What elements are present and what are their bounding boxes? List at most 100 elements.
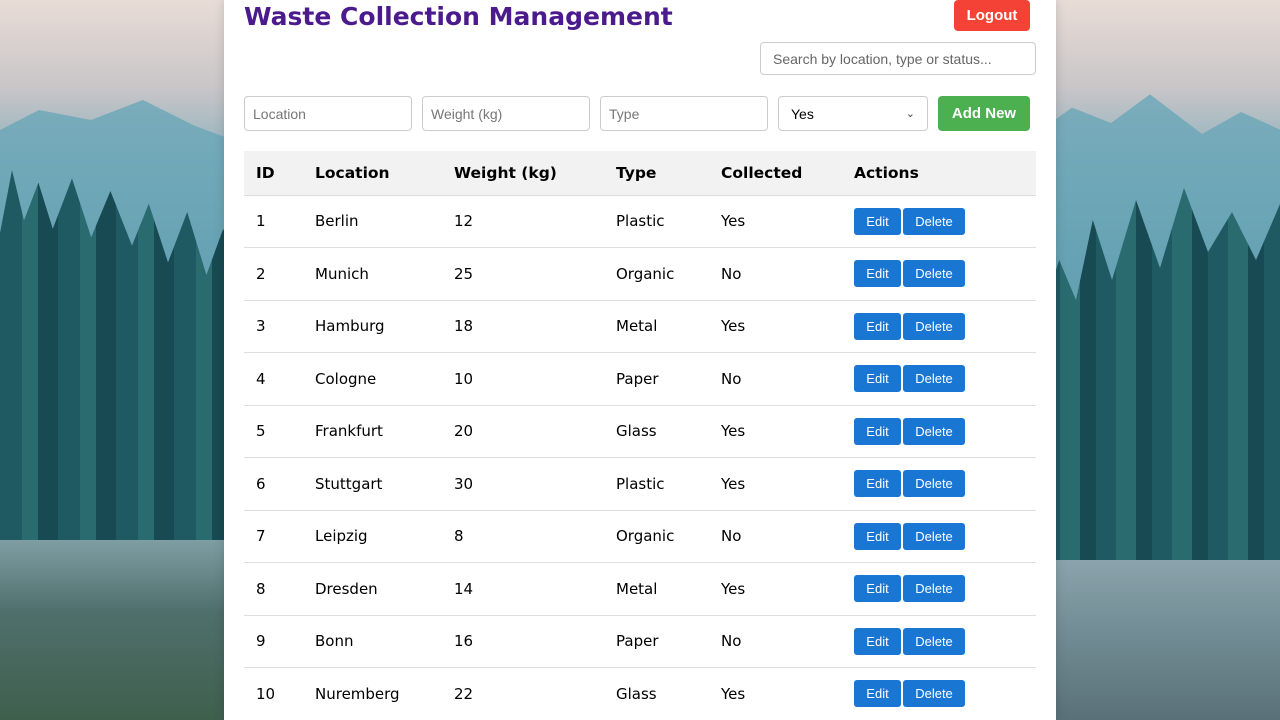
table-row: 3 Hamburg 18 Metal Yes Edit Delete — [244, 300, 1036, 353]
cell-weight: 20 — [442, 405, 604, 458]
location-field[interactable] — [244, 96, 412, 131]
column-header-id: ID — [244, 151, 303, 196]
cell-actions: Edit Delete — [842, 562, 1036, 616]
cell-type: Paper — [604, 615, 709, 668]
edit-button[interactable]: Edit — [854, 365, 901, 393]
cell-weight: 25 — [442, 247, 604, 301]
cell-collected: No — [709, 352, 842, 406]
column-header-collected: Collected — [709, 151, 842, 196]
collected-select[interactable]: Yes ⌄ — [778, 96, 928, 131]
column-header-type: Type — [604, 151, 709, 196]
cell-weight: 22 — [442, 667, 604, 720]
cell-actions: Edit Delete — [842, 300, 1036, 353]
edit-button[interactable]: Edit — [854, 207, 901, 235]
cell-collected: No — [709, 247, 842, 301]
cell-type: Metal — [604, 300, 709, 353]
edit-button[interactable]: Edit — [854, 522, 901, 550]
cell-weight: 30 — [442, 457, 604, 511]
table-row: 2 Munich 25 Organic No Edit Delete — [244, 247, 1036, 301]
delete-button[interactable]: Delete — [903, 417, 965, 445]
logout-button[interactable]: Logout — [954, 0, 1030, 31]
main-panel: Waste Collection Management Logout Yes ⌄… — [224, 0, 1056, 720]
delete-button[interactable]: Delete — [903, 627, 965, 655]
edit-button[interactable]: Edit — [854, 260, 901, 288]
collected-select-value: Yes — [791, 105, 814, 122]
cell-collected: Yes — [709, 300, 842, 353]
background-river-left — [0, 540, 240, 720]
cell-type: Plastic — [604, 195, 709, 248]
cell-weight: 16 — [442, 615, 604, 668]
cell-type: Metal — [604, 562, 709, 616]
cell-collected: Yes — [709, 195, 842, 248]
cell-id: 8 — [244, 562, 303, 616]
cell-location: Berlin — [303, 195, 442, 248]
cell-type: Paper — [604, 352, 709, 406]
table-header-row: ID Location Weight (kg) Type Collected A… — [244, 151, 1036, 196]
cell-actions: Edit Delete — [842, 457, 1036, 511]
cell-collected: Yes — [709, 562, 842, 616]
cell-collected: No — [709, 510, 842, 563]
cell-id: 1 — [244, 195, 303, 248]
table-body: 1 Berlin 12 Plastic Yes Edit Delete 2 Munich 25 Or… — [244, 195, 1036, 720]
edit-button[interactable]: Edit — [854, 417, 901, 445]
cell-actions: Edit Delete — [842, 195, 1036, 248]
cell-weight: 12 — [442, 195, 604, 248]
add-new-button[interactable]: Add New — [938, 96, 1030, 131]
cell-actions: Edit Delete — [842, 405, 1036, 458]
cell-id: 5 — [244, 405, 303, 458]
table-row: 4 Cologne 10 Paper No Edit Delete — [244, 352, 1036, 406]
cell-actions: Edit Delete — [842, 615, 1036, 668]
delete-button[interactable]: Delete — [903, 365, 965, 393]
column-header-actions: Actions — [842, 151, 1036, 196]
edit-button[interactable]: Edit — [854, 470, 901, 498]
cell-location: Hamburg — [303, 300, 442, 353]
cell-type: Glass — [604, 667, 709, 720]
cell-actions: Edit Delete — [842, 247, 1036, 301]
cell-type: Glass — [604, 405, 709, 458]
cell-weight: 14 — [442, 562, 604, 616]
delete-button[interactable]: Delete — [903, 575, 965, 603]
edit-button[interactable]: Edit — [854, 312, 901, 340]
cell-location: Frankfurt — [303, 405, 442, 458]
cell-id: 9 — [244, 615, 303, 668]
delete-button[interactable]: Delete — [903, 260, 965, 288]
background-river-right — [1040, 560, 1280, 720]
search-input[interactable] — [760, 42, 1036, 75]
table-row: 6 Stuttgart 30 Plastic Yes Edit Delete — [244, 457, 1036, 511]
delete-button[interactable]: Delete — [903, 680, 965, 708]
cell-collected: Yes — [709, 667, 842, 720]
cell-location: Leipzig — [303, 510, 442, 563]
cell-actions: Edit Delete — [842, 510, 1036, 563]
page-title: Waste Collection Management — [244, 2, 673, 31]
cell-id: 10 — [244, 667, 303, 720]
cell-location: Bonn — [303, 615, 442, 668]
edit-button[interactable]: Edit — [854, 575, 901, 603]
edit-button[interactable]: Edit — [854, 680, 901, 708]
cell-location: Munich — [303, 247, 442, 301]
cell-weight: 18 — [442, 300, 604, 353]
delete-button[interactable]: Delete — [903, 470, 965, 498]
waste-table: ID Location Weight (kg) Type Collected A… — [244, 151, 1036, 720]
cell-weight: 10 — [442, 352, 604, 406]
cell-location: Dresden — [303, 562, 442, 616]
cell-actions: Edit Delete — [842, 352, 1036, 406]
column-header-weight: Weight (kg) — [442, 151, 604, 196]
type-field[interactable] — [600, 96, 768, 131]
cell-collected: Yes — [709, 457, 842, 511]
delete-button[interactable]: Delete — [903, 312, 965, 340]
edit-button[interactable]: Edit — [854, 627, 901, 655]
column-header-location: Location — [303, 151, 442, 196]
cell-id: 2 — [244, 247, 303, 301]
cell-type: Plastic — [604, 457, 709, 511]
cell-location: Stuttgart — [303, 457, 442, 511]
table-row: 9 Bonn 16 Paper No Edit Delete — [244, 615, 1036, 668]
cell-collected: Yes — [709, 405, 842, 458]
table-row: 7 Leipzig 8 Organic No Edit Delete — [244, 510, 1036, 563]
cell-id: 6 — [244, 457, 303, 511]
delete-button[interactable]: Delete — [903, 207, 965, 235]
cell-id: 3 — [244, 300, 303, 353]
table-row: 10 Nuremberg 22 Glass Yes Edit Delete — [244, 667, 1036, 720]
weight-field[interactable] — [422, 96, 590, 131]
delete-button[interactable]: Delete — [903, 522, 965, 550]
cell-id: 7 — [244, 510, 303, 563]
